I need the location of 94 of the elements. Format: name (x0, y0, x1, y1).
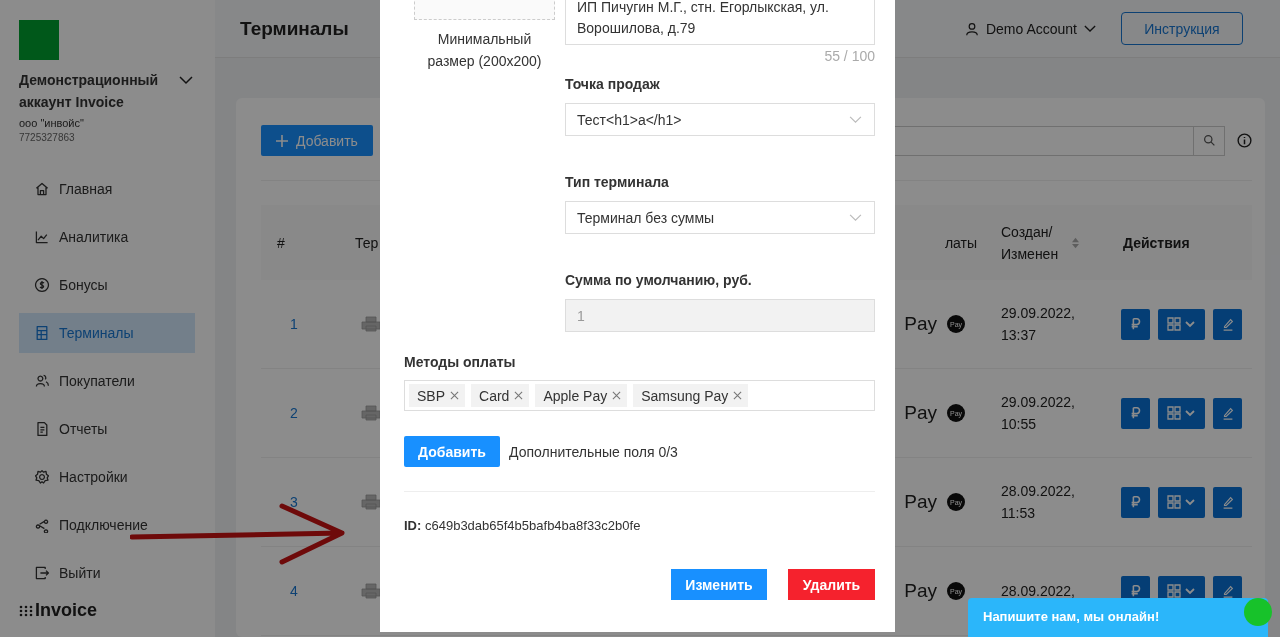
printer-icon (361, 494, 381, 510)
company-inn: 7725327863 (19, 132, 76, 143)
qr-menu-button[interactable] (1158, 397, 1205, 429)
created-date: 28.09.2022, 11:53 (1000, 482, 1076, 523)
page-title: Терминалы (240, 17, 349, 40)
select-field[interactable]: Терминал без суммы (565, 201, 875, 234)
qr-menu-button[interactable] (1158, 486, 1205, 518)
info-icon[interactable] (1237, 133, 1252, 148)
created-date: 29.09.2022, 13:37 (1000, 304, 1076, 345)
save-button[interactable]: Изменить (671, 569, 767, 600)
add-field-button[interactable]: Добавить (404, 436, 500, 467)
qr-caret-icon (1166, 584, 1197, 598)
close-icon[interactable] (450, 391, 459, 400)
close-icon[interactable] (612, 391, 622, 400)
online-indicator (1244, 598, 1272, 626)
payment-button[interactable] (1121, 486, 1150, 518)
payment-button[interactable] (1121, 397, 1150, 429)
column-header: латы (944, 233, 977, 253)
nav-item[interactable]: Настройки (19, 457, 195, 497)
nav-icon (34, 277, 50, 293)
account-name: Демонстрационный аккаунт Invoice (19, 71, 159, 112)
payment-method: Pay (904, 491, 937, 513)
edit-button[interactable] (1213, 486, 1242, 518)
nav-item[interactable]: Выйти (19, 553, 195, 593)
field-label: Точка продаж (565, 76, 661, 92)
user-icon (964, 21, 979, 36)
nav-icon (34, 469, 50, 485)
column-header: Тер (355, 233, 379, 253)
payment-button[interactable] (1121, 308, 1150, 340)
qr-caret-icon (1166, 317, 1197, 331)
nav-icon (34, 373, 50, 389)
brand-name: Invoice (35, 600, 98, 621)
payment-tag[interactable]: Apple Pay (535, 384, 628, 407)
printer-icon (361, 405, 381, 421)
chat-message: Напишите нам, мы онлайн! (983, 609, 1160, 624)
upload-hint: Минимальный размер (200x200) (426, 30, 543, 71)
created-date: 29.09.2022, 10:55 (1000, 393, 1076, 434)
company-name: ооо "инвойс" (19, 117, 85, 129)
created-date: 28.09.2022, (1000, 582, 1076, 601)
row-number-link[interactable]: 2 (277, 405, 298, 421)
close-icon[interactable] (733, 391, 743, 400)
row-number-link[interactable]: 4 (277, 583, 298, 599)
account-menu[interactable]: Demo Account (964, 20, 1096, 37)
payment-method: Pay (904, 313, 937, 335)
nav-item[interactable]: Покупатели (19, 361, 195, 401)
chevron-down-icon (849, 115, 862, 124)
instructions-button[interactable]: Инструкция (1121, 12, 1243, 45)
select-field[interactable]: Тест<h1>a</h1> (565, 103, 875, 136)
row-number-link[interactable]: 3 (277, 494, 298, 510)
column-header: # (277, 233, 285, 253)
field-label: Сумма по умолчанию, руб. (565, 272, 753, 288)
nav-icon (34, 517, 50, 533)
chevron-down-icon (1084, 24, 1096, 33)
qr-caret-icon (1166, 495, 1197, 509)
delete-button[interactable]: Удалить (788, 569, 875, 600)
payment-tag[interactable]: SBP (409, 384, 465, 407)
character-counter: 55 / 100 (823, 48, 875, 64)
payment-method: Pay (904, 402, 937, 424)
nav-icon (34, 229, 50, 245)
chevron-down-icon[interactable] (179, 75, 193, 85)
edit-button[interactable] (1213, 397, 1242, 429)
printer-icon (361, 583, 381, 599)
payment-tag[interactable]: Card (471, 384, 530, 407)
extra-fields-count: Дополнительные поля 0/3 (509, 443, 678, 460)
payment-method: Pay (904, 580, 937, 602)
terminal-id: ID: c649b3dab65f4b5bafb4ba8f33c2b0fe (404, 518, 642, 533)
nav-icon (34, 421, 50, 437)
column-header[interactable]: Создан/ Изменен (1001, 220, 1061, 265)
row-number-link[interactable]: 1 (277, 316, 298, 332)
nav-item[interactable]: Отчеты (19, 409, 195, 449)
nav-icon (34, 325, 50, 341)
edit-button[interactable] (1213, 308, 1242, 340)
qr-menu-button[interactable] (1158, 308, 1205, 340)
field-label: Тип терминала (565, 174, 670, 190)
close-icon[interactable] (514, 391, 524, 400)
nav-item[interactable]: Подключение (19, 505, 195, 545)
nav-item[interactable]: Аналитика (19, 217, 195, 257)
payment-methods-field[interactable]: SBP Card Apple Pay Samsung Pay (404, 380, 875, 411)
search-icon (1202, 134, 1216, 147)
dots-logo-icon (19, 604, 33, 617)
printer-icon (361, 316, 381, 332)
payment-tag[interactable]: Samsung Pay (633, 384, 749, 407)
sort-icon (1071, 235, 1080, 250)
nav-item[interactable]: Главная (19, 169, 195, 209)
nav-icon (34, 181, 50, 197)
nav-item[interactable]: Бонусы (19, 265, 195, 305)
plus-icon (276, 134, 288, 147)
column-header: Действия (1123, 233, 1190, 253)
company-logo (19, 20, 59, 60)
chevron-down-icon (849, 213, 862, 222)
field-label: Методы оплаты (404, 354, 517, 370)
nav-icon (34, 565, 50, 581)
address-field[interactable]: ИП Пичугин М.Г., стн. Егорлыкская, ул. Ворошилова, д.79 (565, 0, 875, 45)
qr-caret-icon (1166, 406, 1197, 420)
